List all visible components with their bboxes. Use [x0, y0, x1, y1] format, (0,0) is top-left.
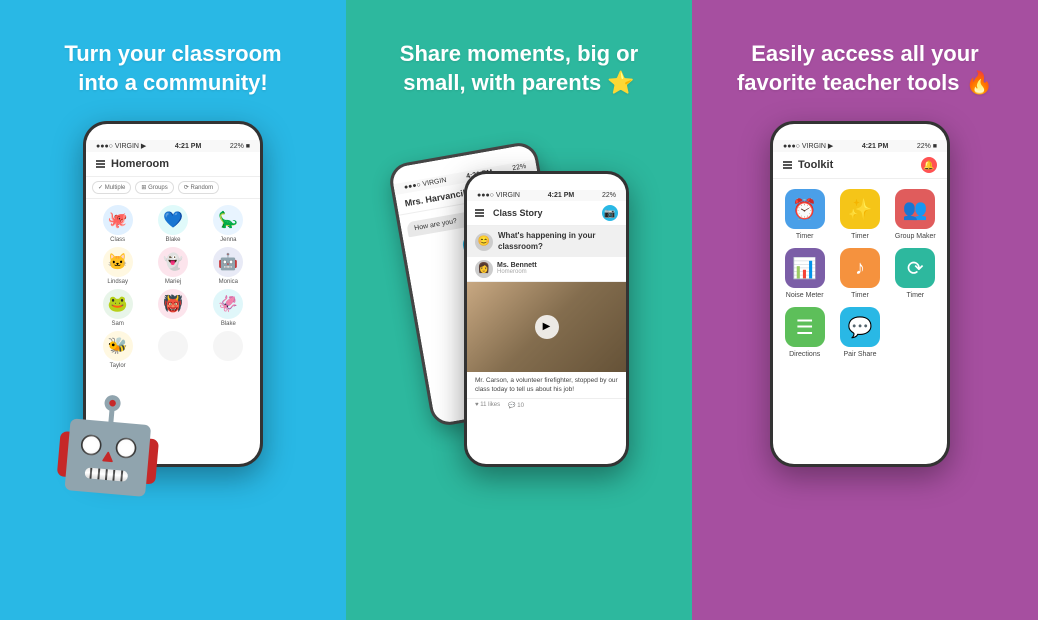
tool-timer-2[interactable]: ✨ Timer: [836, 189, 883, 240]
list-item[interactable]: 👹: [147, 289, 198, 327]
tool-icon-noise-meter: 📊: [785, 248, 825, 288]
toolkit-title: Toolkit: [798, 159, 833, 171]
status-bar-1: ●●●○ VIRGIN ▶ 4:21 PM 22% ■: [86, 140, 260, 152]
story-caption: Mr. Carson, a volunteer firefighter, sto…: [467, 372, 626, 398]
tabs-row: ✓ Multiple ⊞ Groups ⟳ Random: [86, 177, 260, 199]
story-image: ▶: [467, 282, 626, 372]
status-left-1: ●●●○ VIRGIN ▶: [96, 142, 146, 150]
hamburger-icon-2[interactable]: [475, 209, 484, 217]
phone-3-wrap: ●●●○ VIRGIN ▶ 4:21 PM 22% ■ Toolkit 🔔: [770, 121, 960, 467]
homeroom-title: Homeroom: [111, 158, 169, 170]
list-item[interactable]: 🐙 Class: [92, 205, 143, 243]
tool-icon-directions: ☰: [785, 307, 825, 347]
tool-pair-share[interactable]: 💬 Pair Share: [836, 307, 883, 358]
pair-share-label: Pair Share: [843, 351, 876, 358]
list-item: [147, 331, 198, 369]
panel-classroom: Turn your classroom into a community! ●●…: [0, 0, 346, 620]
tool-noise-meter[interactable]: 📊 Noise Meter: [781, 248, 828, 299]
panel3-title: Easily access all your favorite teacher …: [737, 40, 993, 97]
directions-label: Directions: [789, 351, 820, 358]
list-item[interactable]: 💙 Blake: [147, 205, 198, 243]
tab-groups[interactable]: ⊞ Groups: [135, 181, 173, 194]
tool-group-maker[interactable]: 👥 Group Maker: [892, 189, 939, 240]
story-question-bar: 😊 What's happening in your classroom?: [467, 226, 626, 257]
story-avatar: 😊: [475, 233, 493, 251]
story-question: What's happening in your classroom?: [498, 231, 618, 252]
mascot: 🤖: [49, 388, 170, 502]
poster-location: Homeroom: [497, 269, 537, 275]
camera-icon[interactable]: 📷: [602, 205, 618, 221]
noise-meter-label: Noise Meter: [786, 292, 824, 299]
status-bar-3: ●●●○ VIRGIN ▶ 4:21 PM 22% ■: [773, 140, 947, 152]
student-grid: 🐙 Class 💙 Blake 🦕 Jenna 🐱 Lindsay: [86, 199, 260, 375]
play-button[interactable]: ▶: [535, 315, 559, 339]
tool-icon-pair-share: 💬: [840, 307, 880, 347]
tab-multiple[interactable]: ✓ Multiple: [92, 181, 131, 194]
tool-icon-timer2: ✨: [840, 189, 880, 229]
status-left-3: ●●●○ VIRGIN ▶: [783, 142, 833, 150]
tool-timer-3[interactable]: ♪ Timer: [836, 248, 883, 299]
homeroom-header: Homeroom: [86, 152, 260, 177]
notification-icon[interactable]: 🔔: [921, 157, 937, 173]
tool-icon-shuffle: ⟳: [895, 248, 935, 288]
list-item[interactable]: 🐱 Lindsay: [92, 247, 143, 285]
hamburger-icon[interactable]: [96, 160, 105, 168]
story-likes: ♥ 11 likes 💬 10: [467, 398, 626, 412]
status-right-1: 22% ■: [230, 143, 250, 150]
panel2-title: Share moments, big or small, with parent…: [400, 40, 638, 97]
group-maker-label: Group Maker: [895, 233, 936, 240]
story-poster-info: 👩 Ms. Bennett Homeroom: [467, 257, 626, 282]
list-item[interactable]: 🦑 Blake: [203, 289, 254, 327]
phones-container: ●●●○ VIRGIN 4:21 PM 22% Mrs. Harvancik H…: [409, 131, 629, 521]
toolkit-header: Toolkit 🔔: [773, 152, 947, 179]
tools-grid: ⏰ Timer ✨ Timer 👥 Group Maker 📊 Noise: [773, 179, 947, 368]
list-item[interactable]: 🦕 Jenna: [203, 205, 254, 243]
phone-3: ●●●○ VIRGIN ▶ 4:21 PM 22% ■ Toolkit 🔔: [770, 121, 950, 467]
list-item[interactable]: 🤖 Monica: [203, 247, 254, 285]
tab-random[interactable]: ⟳ Random: [178, 181, 219, 194]
list-item[interactable]: 🐝 Taylor: [92, 331, 143, 369]
tool-icon-music: ♪: [840, 248, 880, 288]
list-item[interactable]: 🐸 Sam: [92, 289, 143, 327]
status-bar-pri: ●●●○ VIRGIN 4:21 PM 22%: [467, 190, 626, 201]
status-time-3: 4:21 PM: [862, 143, 888, 150]
tool-icon-timer: ⏰: [785, 189, 825, 229]
class-story-title: Class Story: [493, 208, 543, 218]
panel1-title: Turn your classroom into a community!: [64, 40, 281, 97]
poster-name: Ms. Bennett: [497, 262, 537, 269]
list-item: [203, 331, 254, 369]
phone-primary: ●●●○ VIRGIN 4:21 PM 22% Class Story 📷 �: [464, 171, 629, 467]
status-right-3: 22% ■: [917, 143, 937, 150]
tool-icon-group-maker: 👥: [895, 189, 935, 229]
hamburger-icon-3[interactable]: [783, 161, 792, 169]
panel-toolkit: Easily access all your favorite teacher …: [692, 0, 1038, 620]
tool-directions[interactable]: ☰ Directions: [781, 307, 828, 358]
panel-story: Share moments, big or small, with parent…: [346, 0, 692, 620]
poster-avatar: 👩: [475, 260, 493, 278]
list-item[interactable]: 👻 Mariej: [147, 247, 198, 285]
tool-timer-1[interactable]: ⏰ Timer: [781, 189, 828, 240]
tool-timer-4[interactable]: ⟳ Timer: [892, 248, 939, 299]
story-header: Class Story 📷: [467, 201, 626, 226]
status-time-1: 4:21 PM: [175, 143, 201, 150]
